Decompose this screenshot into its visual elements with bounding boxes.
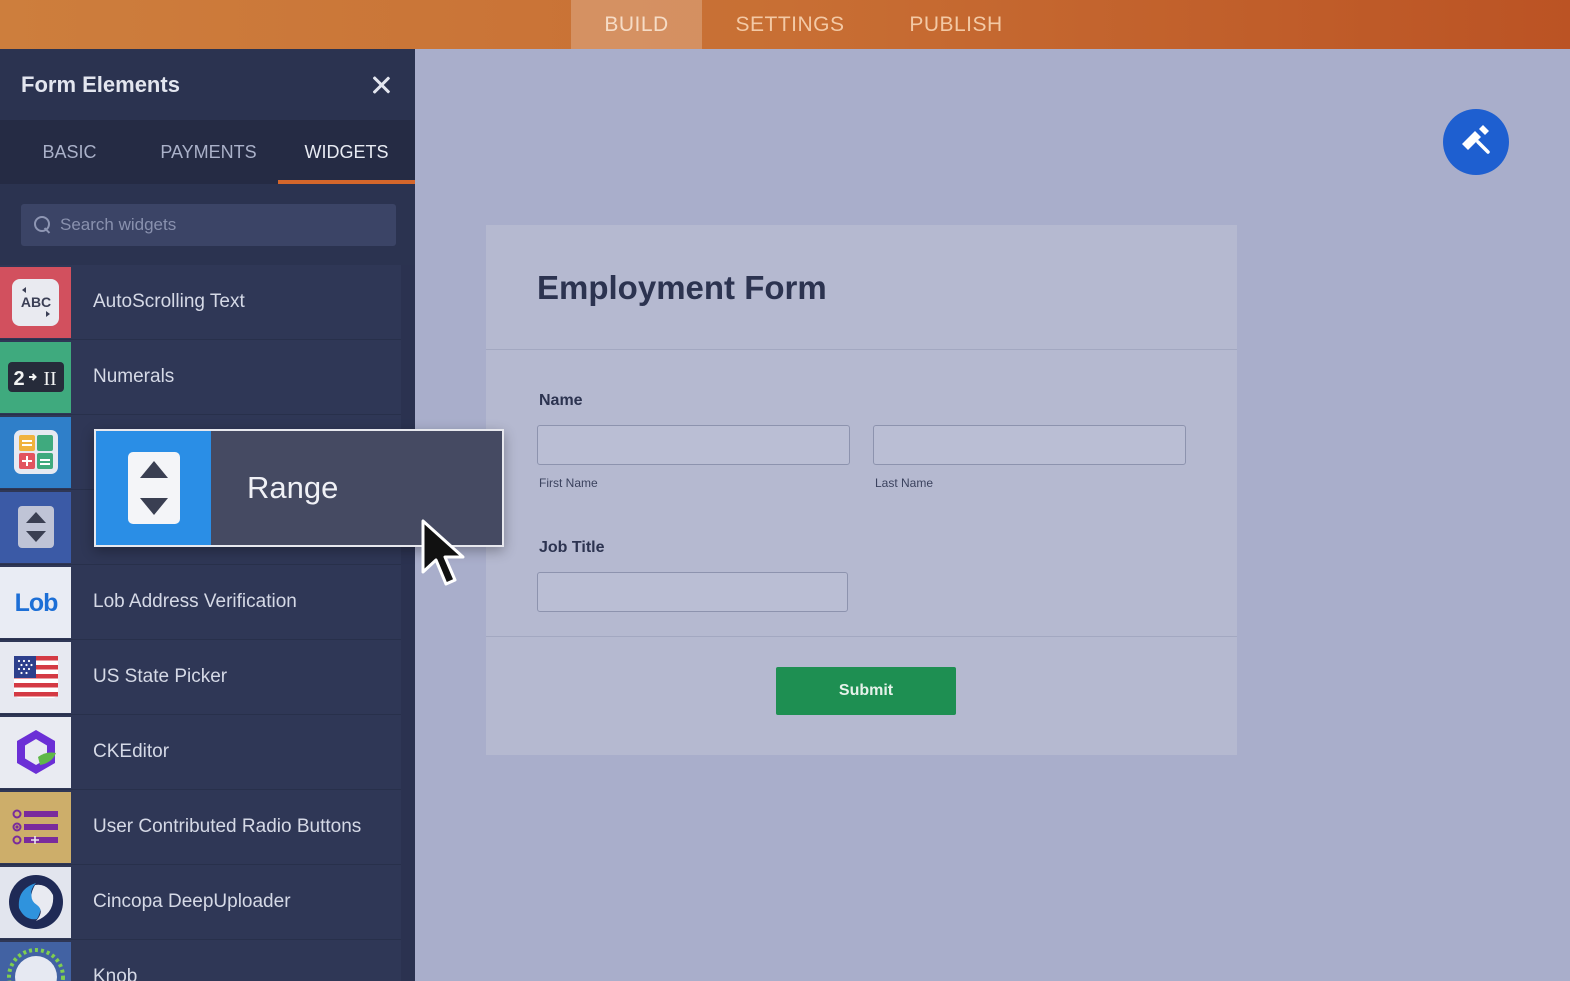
paint-roller-icon (1462, 125, 1490, 154)
last-name-input[interactable] (873, 425, 1186, 465)
form-title[interactable]: Employment Form (537, 269, 1237, 307)
knob-icon (0, 941, 71, 981)
widget-list-scrollbar[interactable] (401, 265, 415, 981)
mouse-pointer-icon (421, 519, 465, 586)
top-nav: BUILD SETTINGS PUBLISH (571, 0, 1034, 49)
form-designer-button[interactable] (1443, 109, 1509, 175)
svg-text:II: II (43, 368, 56, 390)
widget-item-knob[interactable]: Knob (0, 940, 401, 981)
tab-settings[interactable]: SETTINGS (702, 0, 878, 49)
range-icon (0, 491, 71, 563)
widget-label: Lob Address Verification (93, 591, 297, 612)
close-icon[interactable] (369, 73, 393, 97)
numerals-icon: 2 II (0, 341, 71, 413)
form-header: Employment Form (486, 225, 1237, 350)
widget-label: Numerals (93, 366, 175, 387)
widget-item-lob-address-verification[interactable]: Lob Lob Address Verification (0, 565, 401, 640)
svg-text:Lob: Lob (14, 589, 58, 617)
svg-text:2: 2 (13, 368, 24, 390)
job-title-input[interactable] (537, 572, 848, 612)
submit-button[interactable]: Submit (776, 667, 956, 715)
tab-build[interactable]: BUILD (571, 0, 702, 49)
widget-item-ckeditor[interactable]: CKEditor (0, 715, 401, 790)
cincopa-icon (0, 866, 71, 938)
panel-header: Form Elements (0, 49, 415, 120)
widget-label: AutoScrolling Text (93, 291, 245, 312)
calculator-icon (0, 416, 71, 488)
widget-item-numerals[interactable]: 2 II Numerals (0, 340, 401, 415)
last-name-sublabel: Last Name (875, 476, 934, 490)
abc-text-icon: ABC (0, 266, 71, 338)
widget-label: Cincopa DeepUploader (93, 891, 291, 912)
search-icon (34, 216, 52, 234)
widget-item-cincopa-deepuploader[interactable]: Cincopa DeepUploader (0, 865, 401, 940)
tab-widgets[interactable]: WIDGETS (278, 120, 415, 184)
name-label: Name (539, 392, 583, 409)
tab-publish[interactable]: PUBLISH (878, 0, 1034, 49)
svg-text:ABC: ABC (20, 294, 50, 310)
top-bar: BUILD SETTINGS PUBLISH (0, 0, 1570, 49)
lob-icon: Lob (0, 566, 71, 638)
widget-label: CKEditor (93, 741, 170, 762)
dragged-widget-label: Range (247, 470, 339, 505)
widget-item-radio-buttons[interactable]: User Contributed Radio Buttons (0, 790, 401, 865)
job-title-label: Job Title (539, 539, 605, 556)
first-name-input[interactable] (537, 425, 850, 465)
widget-list: ABC AutoScrolling Text 2 II Numerals Lob … (0, 265, 401, 981)
panel-title: Form Elements (21, 71, 180, 97)
ckeditor-icon (0, 716, 71, 788)
widget-label: User Contributed Radio Buttons (93, 816, 362, 837)
radio-list-icon (0, 791, 71, 863)
widget-item-autoscrolling-text[interactable]: ABC AutoScrolling Text (0, 265, 401, 340)
search-area (0, 184, 415, 266)
tab-payments[interactable]: PAYMENTS (139, 120, 278, 184)
panel-tabs: BASIC PAYMENTS WIDGETS (0, 120, 415, 184)
widget-item-us-state-picker[interactable]: US State Picker (0, 640, 401, 715)
us-flag-icon (0, 641, 71, 713)
widget-label: US State Picker (93, 666, 228, 687)
first-name-sublabel: First Name (539, 476, 598, 490)
search-input[interactable] (60, 215, 380, 235)
range-icon (96, 431, 211, 545)
tab-basic[interactable]: BASIC (0, 120, 139, 184)
widget-label: Knob (93, 966, 138, 981)
search-box (21, 204, 396, 246)
